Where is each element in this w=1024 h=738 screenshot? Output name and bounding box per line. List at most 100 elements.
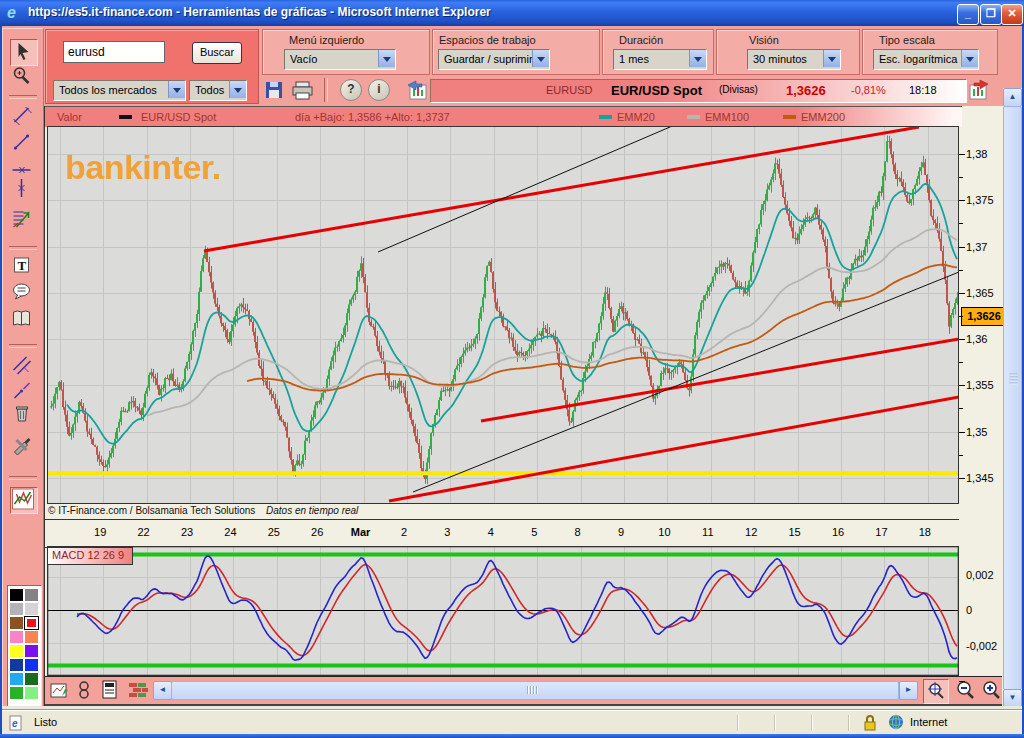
tool-separator xyxy=(9,246,37,250)
parallel-lines-tool[interactable] xyxy=(10,354,36,379)
macd-chart-canvas[interactable] xyxy=(47,546,959,676)
toolbar-group-2: Duración1 mes xyxy=(602,29,714,75)
x-axis-label: 12 xyxy=(739,526,763,538)
callout-tool[interactable] xyxy=(10,280,36,305)
fibonacci-tool[interactable] xyxy=(10,207,36,232)
y-axis-label: 1,365 xyxy=(966,287,994,299)
palette-color-14[interactable] xyxy=(10,687,23,699)
search-panel: Buscar Todos los mercados Todos xyxy=(45,29,259,104)
instrument-code: EURUSD xyxy=(546,84,592,96)
dropdown-arrow-icon[interactable] xyxy=(378,50,395,67)
chart-new-icon[interactable] xyxy=(49,680,69,704)
markets-select[interactable]: Todos los mercados xyxy=(53,80,186,101)
vertical-line-tool[interactable] xyxy=(10,177,36,202)
palette-color-5[interactable] xyxy=(25,617,38,629)
notes-tool[interactable] xyxy=(10,307,36,332)
palette-color-6[interactable] xyxy=(10,631,23,643)
hscroll-right-arrow[interactable]: ► xyxy=(899,681,918,700)
chart-forward-icon[interactable] xyxy=(968,79,990,101)
print-icon[interactable] xyxy=(291,80,315,100)
chart-back-icon[interactable] xyxy=(406,79,428,101)
bricks-icon[interactable] xyxy=(127,680,149,704)
y-axis-minor-tick xyxy=(959,408,963,409)
save-icon[interactable] xyxy=(263,80,285,100)
y-axis-label: 1,375 xyxy=(966,194,994,206)
dropdown-arrow-icon[interactable] xyxy=(823,50,840,67)
zoom-in-tool[interactable] xyxy=(10,65,36,90)
x-axis-label: 25 xyxy=(262,526,286,538)
y-axis-minor-tick xyxy=(959,177,963,178)
zoom-out-button[interactable] xyxy=(953,679,977,702)
info-button[interactable]: i xyxy=(368,79,390,101)
group-select-0[interactable]: Vacío xyxy=(284,49,396,70)
chart-legend: Valor EUR/USD Spot día +Bajo: 1,3586 +Al… xyxy=(45,106,962,127)
dropdown-arrow-icon[interactable] xyxy=(689,50,706,67)
palette-color-13[interactable] xyxy=(25,673,38,685)
zoom-in-button[interactable] xyxy=(979,679,1003,702)
drawing-toolbar: T xyxy=(2,28,44,710)
palette-color-8[interactable] xyxy=(10,645,23,657)
help-button[interactable]: ? xyxy=(340,79,362,101)
hscroll-thumb[interactable] xyxy=(171,681,899,700)
pointer-tool[interactable] xyxy=(10,39,38,66)
y-axis-minor-tick xyxy=(959,270,963,271)
y-axis-tick xyxy=(959,385,965,386)
emm100-marker xyxy=(687,115,700,119)
vscroll-thumb[interactable] xyxy=(1003,106,1022,690)
y-axis-tick xyxy=(959,478,965,479)
vertical-scrollbar[interactable]: ▲ ▼ xyxy=(1003,88,1022,706)
palette-color-2[interactable] xyxy=(10,603,23,615)
group-select-3[interactable]: 30 minutos xyxy=(747,49,841,70)
group-label: Visión xyxy=(749,34,779,46)
legend-series: EUR/USD Spot xyxy=(141,111,216,123)
document-icon[interactable] xyxy=(101,680,119,704)
y-axis-tick xyxy=(959,154,965,155)
link-icon[interactable] xyxy=(76,680,92,704)
zoom-fit-button[interactable] xyxy=(923,679,949,704)
toolbar-group-3: Visión 30 minutos xyxy=(716,29,860,75)
palette-color-7[interactable] xyxy=(25,631,38,643)
palette-color-11[interactable] xyxy=(25,659,38,671)
dropdown-arrow-icon[interactable] xyxy=(961,50,978,67)
palette-color-3[interactable] xyxy=(25,603,38,615)
search-button[interactable]: Buscar xyxy=(192,42,242,64)
x-axis-label: Mar xyxy=(349,526,373,538)
x-axis-label: 22 xyxy=(132,526,156,538)
trend-line-tool[interactable] xyxy=(10,104,36,129)
dropdown-arrow-icon[interactable] xyxy=(532,50,549,67)
text-tool[interactable]: T xyxy=(10,254,36,279)
instrument-name: EUR/USD Spot xyxy=(611,83,702,98)
dropdown-arrow-icon[interactable] xyxy=(168,81,185,98)
legend-daystats: día +Bajo: 1,3586 +Alto: 1,3737 xyxy=(295,111,450,123)
restore-button[interactable]: ❐ xyxy=(980,4,1002,25)
vscroll-up-arrow[interactable]: ▲ xyxy=(1003,88,1022,107)
status-text: Listo xyxy=(34,716,57,728)
palette-color-0[interactable] xyxy=(10,589,23,601)
instrument-change: -0,81% xyxy=(851,84,886,96)
legend-emm100: EMM100 xyxy=(705,111,749,123)
dropdown-arrow-icon[interactable] xyxy=(229,81,246,98)
line-tool[interactable] xyxy=(10,130,36,155)
macd-label: MACD 12 26 9 xyxy=(47,547,133,565)
palette-color-9[interactable] xyxy=(25,645,38,657)
hscroll-left-arrow[interactable]: ◄ xyxy=(153,681,172,700)
group-select-1[interactable]: Guardar / suprimir... xyxy=(438,49,550,70)
trash-tool[interactable] xyxy=(10,402,36,427)
palette-color-10[interactable] xyxy=(10,659,23,671)
minimize-button[interactable]: _ xyxy=(957,4,979,25)
close-button[interactable]: ✕ xyxy=(1001,4,1023,25)
tools-tool[interactable] xyxy=(10,436,36,461)
chart-style-tool[interactable] xyxy=(10,487,38,514)
group-select-4[interactable]: Esc. logarítmica xyxy=(873,49,979,70)
y-axis-tick xyxy=(959,432,965,433)
toolbar-group-1: Espacios de trabajoGuardar / suprimir... xyxy=(432,29,600,75)
y-axis-label: 1,37 xyxy=(966,241,987,253)
group-select-2[interactable]: 1 mes xyxy=(613,49,707,70)
palette-color-12[interactable] xyxy=(10,673,23,685)
search-input[interactable] xyxy=(63,41,165,63)
y-axis-minor-tick xyxy=(959,316,963,317)
palette-color-4[interactable] xyxy=(10,617,23,629)
palette-color-1[interactable] xyxy=(25,589,38,601)
palette-color-15[interactable] xyxy=(25,687,38,699)
instrument-type-select[interactable]: Todos xyxy=(189,80,247,101)
